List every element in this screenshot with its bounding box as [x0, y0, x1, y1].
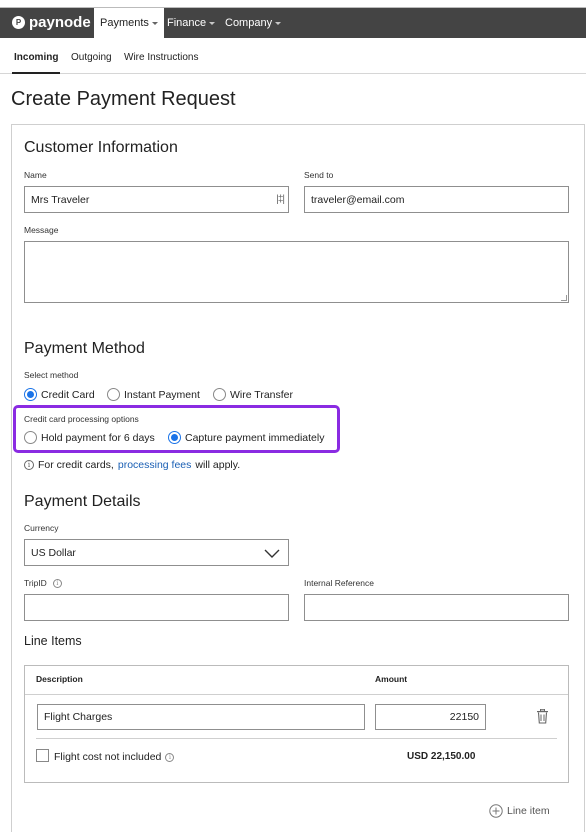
- top-navbar: P paynode Payments Finance Company: [0, 7, 586, 38]
- name-value: Mrs Traveler: [31, 193, 90, 206]
- tripid-input[interactable]: [24, 594, 289, 621]
- flight-cost-label: Flight cost not included: [54, 751, 162, 763]
- radio-unselected-icon: [213, 388, 226, 401]
- plus-circle-icon: [489, 804, 503, 818]
- info-icon[interactable]: i: [165, 752, 175, 762]
- line-items-total: USD 22,150.00: [407, 751, 476, 762]
- currency-value: US Dollar: [31, 546, 76, 559]
- info-icon[interactable]: i: [52, 578, 62, 588]
- info-icon: i: [24, 460, 34, 470]
- subtab-incoming[interactable]: Incoming: [11, 52, 61, 74]
- internal-reference-label: Internal Reference: [304, 578, 374, 588]
- select-method-label: Select method: [24, 370, 79, 380]
- radio-capture-immediately[interactable]: Capture payment immediately: [168, 431, 324, 444]
- processing-fees-link[interactable]: processing fees: [118, 459, 192, 471]
- nav-finance[interactable]: Finance: [161, 8, 221, 38]
- brand-logo[interactable]: P paynode: [12, 14, 91, 31]
- payment-method-heading: Payment Method: [24, 340, 145, 357]
- subtab-wire-instructions[interactable]: Wire Instructions: [124, 52, 198, 63]
- tripid-label-group: TripID i: [24, 578, 62, 588]
- cc-options-highlight: [13, 405, 340, 453]
- add-line-item-label: Line item: [507, 805, 550, 817]
- line-items-table: Description Amount Flight Charges 22150 …: [24, 665, 569, 783]
- line-item-description-input[interactable]: Flight Charges: [37, 704, 365, 730]
- radio-selected-icon: [24, 388, 37, 401]
- cc-options-label: Credit card processing options: [24, 414, 139, 424]
- name-label: Name: [24, 170, 47, 180]
- customer-info-heading: Customer Information: [24, 139, 178, 156]
- line-item-amount-input[interactable]: 22150: [375, 704, 486, 730]
- payment-details-heading: Payment Details: [24, 493, 141, 510]
- sendto-value: traveler@email.com: [311, 193, 405, 206]
- message-textarea[interactable]: [24, 241, 569, 303]
- radio-hold-payment[interactable]: Hold payment for 6 days: [24, 431, 155, 444]
- radio-credit-card[interactable]: Credit Card: [24, 388, 95, 401]
- sendto-input[interactable]: traveler@email.com: [304, 186, 569, 213]
- chevron-down-icon: [151, 21, 158, 25]
- chevron-down-icon: [264, 549, 280, 558]
- page-title: Create Payment Request: [11, 88, 236, 110]
- paynode-logo-icon: P: [12, 16, 25, 29]
- col-description-header: Description: [36, 674, 83, 684]
- col-amount-header: Amount: [375, 674, 408, 684]
- currency-label: Currency: [24, 523, 59, 533]
- sendto-label: Send to: [304, 170, 334, 180]
- processing-fee-note: i For credit cards, processing fees will…: [24, 459, 240, 471]
- name-input[interactable]: Mrs Traveler |‡|: [24, 186, 289, 213]
- row-divider: [36, 738, 557, 739]
- radio-instant-payment[interactable]: Instant Payment: [107, 388, 200, 401]
- internal-reference-input[interactable]: [304, 594, 569, 621]
- autofill-icon[interactable]: |‡|: [276, 194, 285, 205]
- chevron-down-icon: [209, 21, 216, 25]
- radio-unselected-icon: [107, 388, 120, 401]
- flight-cost-label-group: Flight cost not included i: [54, 751, 175, 763]
- message-label: Message: [24, 225, 59, 235]
- flight-cost-checkbox[interactable]: [36, 749, 49, 762]
- radio-wire-transfer[interactable]: Wire Transfer: [213, 388, 293, 401]
- nav-payments[interactable]: Payments: [94, 8, 164, 38]
- trash-icon[interactable]: [536, 709, 549, 724]
- brand-name: paynode: [29, 14, 91, 31]
- chevron-down-icon: [275, 21, 282, 25]
- line-items-heading: Line Items: [24, 634, 82, 648]
- radio-unselected-icon: [24, 431, 37, 444]
- nav-company[interactable]: Company: [219, 8, 287, 38]
- currency-select[interactable]: US Dollar: [24, 539, 289, 566]
- header-divider: [25, 694, 568, 695]
- subtab-outgoing[interactable]: Outgoing: [71, 52, 112, 63]
- tripid-label: TripID: [24, 578, 47, 588]
- resize-handle-icon[interactable]: [561, 295, 567, 301]
- radio-selected-icon: [168, 431, 181, 444]
- add-line-item-button[interactable]: Line item: [489, 804, 550, 818]
- sub-navbar: Incoming Outgoing Wire Instructions: [0, 38, 586, 74]
